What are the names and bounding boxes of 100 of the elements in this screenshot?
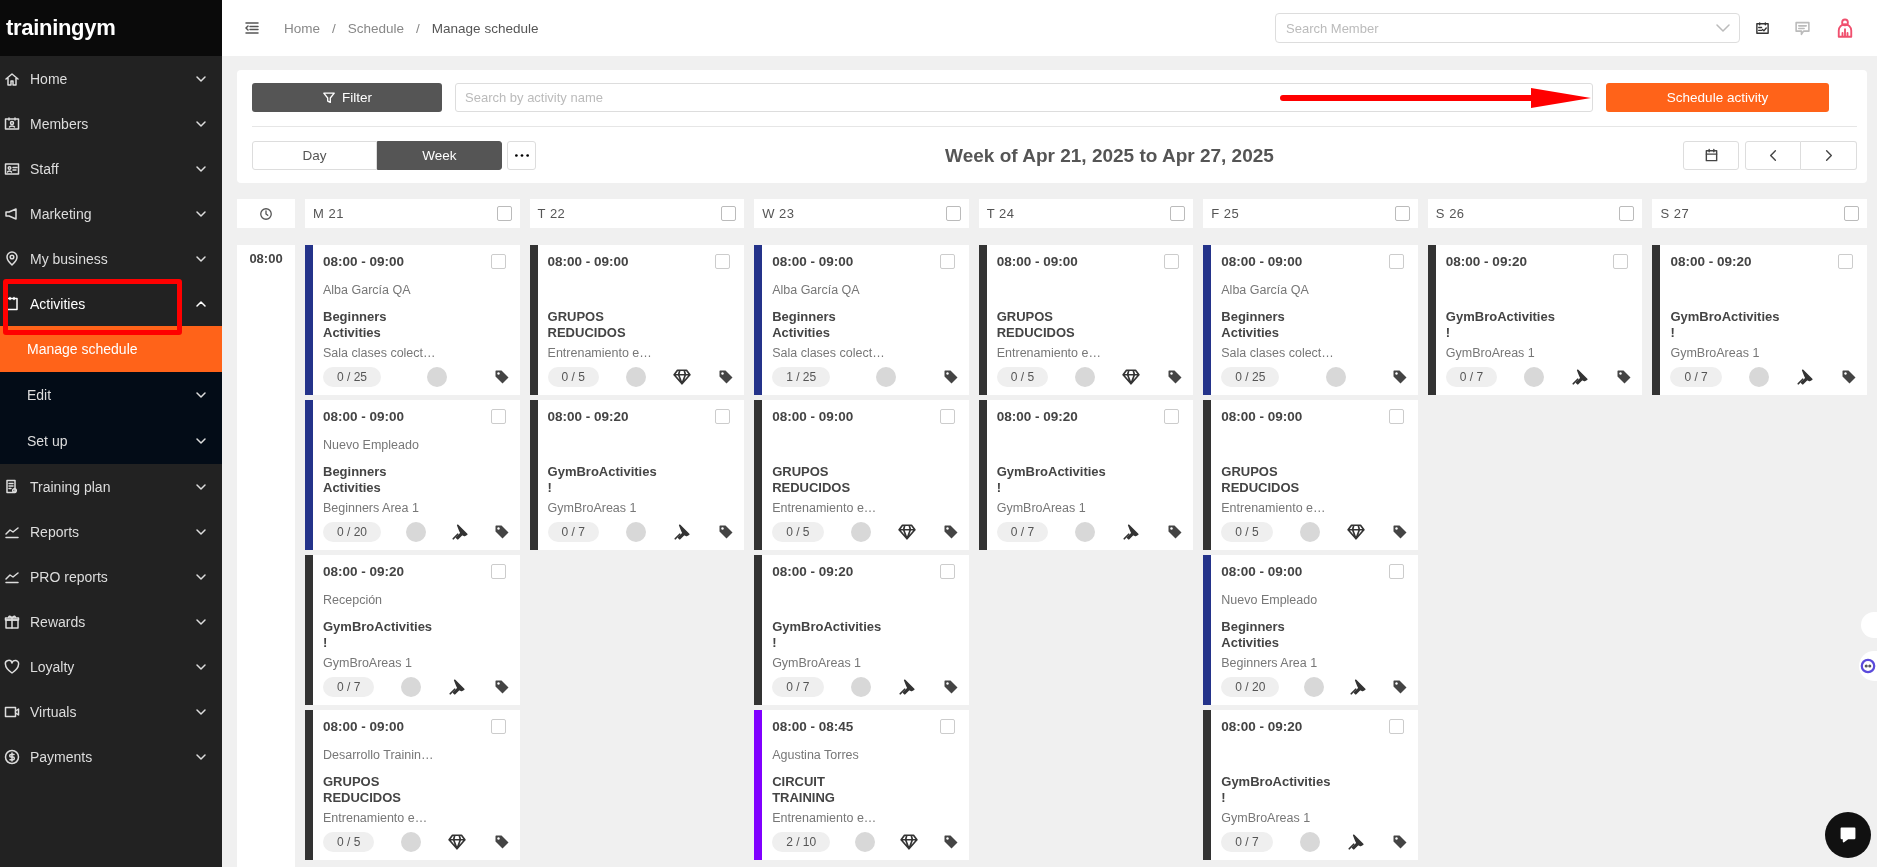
event-card[interactable]: 08:00 - 09:00 Alba García QA Beginners Activities Sala clases colect… 0 / 25	[305, 245, 520, 395]
activity-name: Beginners Activities	[323, 309, 387, 341]
assistant-icon[interactable]	[1859, 651, 1877, 681]
checkbox[interactable]	[490, 254, 506, 269]
previous-week-button[interactable]	[1745, 141, 1801, 170]
checkbox[interactable]	[715, 254, 731, 269]
instructor-name: Alba García QA	[1221, 283, 1309, 297]
checkbox[interactable]	[496, 206, 512, 221]
week-title: Week of Apr 21, 2025 to Apr 27, 2025	[944, 144, 1275, 167]
sidebar-item[interactable]: PRO reports	[0, 554, 222, 599]
activity-name: Beginners Activities	[772, 309, 836, 341]
checkbox[interactable]	[1619, 206, 1635, 221]
megaphone-icon	[4, 205, 20, 222]
next-week-button[interactable]	[1801, 141, 1857, 170]
event-card[interactable]: 08:00 - 09:00 GRUPOS REDUCIDOS Entrenamiento e… 0 / 5	[1203, 400, 1418, 550]
view-tab[interactable]: Day	[252, 141, 377, 170]
checkbox[interactable]	[1613, 254, 1629, 269]
tag-icon	[1167, 369, 1184, 385]
checkbox[interactable]	[945, 206, 961, 221]
chat-icon[interactable]	[1794, 19, 1811, 37]
sidebar-item[interactable]: Home	[0, 56, 222, 101]
calendar-check-icon[interactable]	[1755, 20, 1770, 36]
checkbox[interactable]	[490, 409, 506, 424]
event-card[interactable]: 08:00 - 09:00 Nuevo Empleado Beginners Activities Beginners Area 1 0 / 20	[305, 400, 520, 550]
checkbox[interactable]	[1388, 254, 1404, 269]
sidebar-item[interactable]: Payments	[0, 734, 222, 779]
day-label: S 27	[1660, 206, 1690, 221]
chat-bubble-button[interactable]	[1825, 812, 1871, 858]
checkbox[interactable]	[1394, 206, 1410, 221]
menu-collapse-icon[interactable]	[244, 20, 260, 36]
event-card[interactable]: 08:00 - 09:00 GRUPOS REDUCIDOS Entrenamiento e… 0 / 5	[978, 245, 1194, 395]
filter-button[interactable]: Filter	[252, 83, 442, 112]
dollar-coin-icon	[4, 748, 20, 765]
more-button[interactable]	[507, 141, 536, 170]
activity-search-field[interactable]: Search by activity name	[455, 83, 1593, 112]
tag-icon	[718, 524, 735, 540]
checkbox[interactable]	[939, 719, 955, 734]
event-time: 08:00 - 08:45	[772, 719, 854, 734]
event-card[interactable]: 08:00 - 09:20 GymBroActivities ! GymBroAreas 1 0 / 7	[978, 400, 1194, 550]
event-card[interactable]: 08:00 - 09:20 GymBroActivities ! GymBroAreas 1 0 / 7	[1652, 245, 1867, 395]
room-name: Entrenamiento e…	[772, 811, 877, 825]
breadcrumb-link[interactable]: Home	[284, 20, 320, 36]
checkbox[interactable]	[1388, 564, 1404, 579]
checkbox[interactable]	[490, 719, 506, 734]
sidebar-subitem[interactable]: Set up	[0, 418, 222, 464]
checkbox[interactable]	[1844, 206, 1859, 221]
sidebar-item[interactable]: Rewards	[0, 599, 222, 644]
event-time: 08:00 - 09:00	[1221, 564, 1303, 579]
sidebar-item[interactable]: Staff	[0, 146, 222, 191]
checkbox[interactable]	[490, 564, 506, 579]
sidebar-item[interactable]: Activities	[0, 281, 222, 326]
checkbox[interactable]	[1170, 206, 1186, 221]
event-card[interactable]: 08:00 - 09:00 Alba García QA Beginners Activities Sala clases colect… 1 / 25	[754, 245, 969, 395]
checkbox[interactable]	[939, 564, 955, 579]
event-card[interactable]: 08:00 - 09:20 GymBroActivities ! GymBroAreas 1 0 / 7	[1203, 710, 1418, 860]
calendar-button[interactable]	[1683, 141, 1739, 170]
event-card[interactable]: 08:00 - 09:00 GRUPOS REDUCIDOS Entrenamiento e… 0 / 5	[754, 400, 969, 550]
event-card[interactable]: 08:00 - 09:20 GymBroActivities ! GymBroAreas 1 0 / 7	[529, 400, 745, 550]
tag-icon	[942, 524, 959, 540]
checkbox[interactable]	[715, 409, 731, 424]
breadcrumb-link[interactable]: Schedule	[347, 20, 405, 36]
sidebar-item[interactable]: Members	[0, 101, 222, 146]
sidebar-item[interactable]: Reports	[0, 509, 222, 554]
event-card[interactable]: 08:00 - 09:00 GRUPOS REDUCIDOS Entrenamiento e… 0 / 5	[529, 245, 745, 395]
avatar-circle	[405, 522, 426, 542]
event-card[interactable]: 08:00 - 09:00 Desarrollo Trainin… GRUPOS REDUCIDOS Entrenamiento e… 0 / 5	[305, 710, 520, 860]
event-card[interactable]: 08:00 - 09:20 GymBroActivities ! GymBroAreas 1 0 / 7	[754, 555, 969, 705]
sidebar-item[interactable]: Loyalty	[0, 644, 222, 689]
avatar-circle	[1325, 367, 1346, 387]
user-icon[interactable]	[1835, 17, 1855, 39]
breadcrumb-separator: /	[416, 20, 420, 36]
checkbox[interactable]	[1164, 254, 1180, 269]
event-card[interactable]: 08:00 - 08:45 Agustina Torres CIRCUIT TRAINING Entrenamiento e… 2 / 10	[754, 710, 969, 860]
sidebar-item[interactable]: My business	[0, 236, 222, 281]
sidebar-item[interactable]: Marketing	[0, 191, 222, 236]
event-card[interactable]: 08:00 - 09:20 GymBroActivities ! GymBroAreas 1 0 / 7	[1427, 245, 1643, 395]
checkbox[interactable]	[939, 409, 955, 424]
activity-name: GRUPOS REDUCIDOS	[772, 464, 851, 496]
avatar-circle	[401, 677, 422, 697]
sidebar-item[interactable]: Training plan	[0, 464, 222, 509]
checkbox[interactable]	[1838, 254, 1853, 269]
view-tab[interactable]: Week	[377, 141, 502, 170]
checkbox[interactable]	[1388, 719, 1404, 734]
event-card[interactable]: 08:00 - 09:00 Nuevo Empleado Beginners Activities Beginners Area 1 0 / 20	[1203, 555, 1418, 705]
capacity-badge: 0 / 7	[1670, 367, 1722, 387]
sidebar-item[interactable]: Virtuals	[0, 689, 222, 734]
checkbox[interactable]	[721, 206, 737, 221]
sidebar-subitem[interactable]: Edit	[0, 372, 222, 418]
event-time: 08:00 - 09:20	[323, 564, 405, 579]
id-card-icon	[4, 115, 20, 132]
checkbox[interactable]	[1388, 409, 1404, 424]
event-time: 08:00 - 09:20	[1445, 254, 1527, 269]
checkbox[interactable]	[939, 254, 955, 269]
event-card[interactable]: 08:00 - 09:00 Alba García QA Beginners Activities Sala clases colect… 0 / 25	[1203, 245, 1418, 395]
member-search-field[interactable]: Search Member	[1275, 13, 1740, 43]
checkbox[interactable]	[1164, 409, 1180, 424]
day-label: F 25	[1211, 206, 1240, 221]
tag-icon	[1391, 369, 1408, 385]
event-card[interactable]: 08:00 - 09:20 Recepción GymBroActivities ! GymBroAreas 1 0 / 7	[305, 555, 520, 705]
room-name: GymBroAreas 1	[1670, 346, 1760, 360]
